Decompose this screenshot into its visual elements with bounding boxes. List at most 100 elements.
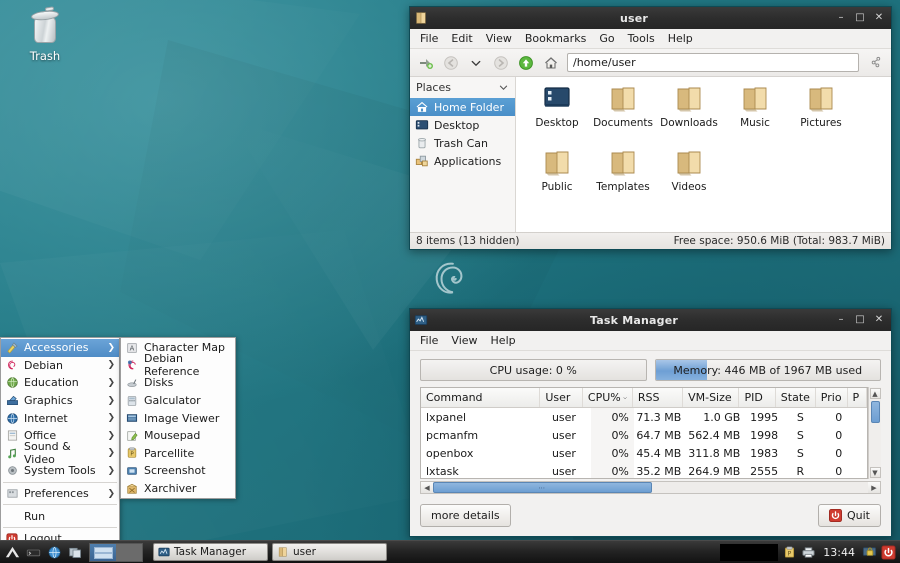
scroll-up-button[interactable]: ▲ <box>869 388 881 399</box>
back-arrow-icon[interactable] <box>440 52 461 73</box>
column-header-vmsize[interactable]: VM-Size <box>683 388 740 407</box>
menu-edit[interactable]: Edit <box>445 30 478 47</box>
column-header-prio[interactable]: Prio <box>816 388 848 407</box>
chevron-down-icon[interactable] <box>465 52 486 73</box>
menu-item-graphics[interactable]: Graphics ❯ <box>1 392 119 410</box>
menu-help[interactable]: Help <box>485 332 522 349</box>
file-manager-titlebar[interactable]: user – □ ✕ <box>410 7 891 29</box>
workspace-1[interactable] <box>90 543 116 561</box>
file-item-videos[interactable]: Videos <box>656 149 722 211</box>
menu-item-internet[interactable]: Internet ❯ <box>1 409 119 427</box>
process-table-header[interactable]: Command User CPU% RSS VM-Size PID State … <box>421 388 867 408</box>
submenu-item-galculator[interactable]: Galculator <box>121 392 235 410</box>
submenu-item-xarchiver[interactable]: Xarchiver <box>121 480 235 498</box>
close-button[interactable]: ✕ <box>874 315 884 325</box>
menu-view[interactable]: View <box>445 332 483 349</box>
close-button[interactable]: ✕ <box>874 13 884 23</box>
file-list[interactable]: Desktop Documents Downloads Music Pictur… <box>516 77 891 232</box>
process-table[interactable]: Command User CPU% RSS VM-Size PID State … <box>420 387 868 479</box>
menu-icon[interactable] <box>3 543 22 562</box>
vertical-scrollbar[interactable]: ▲ ▼ <box>868 387 881 479</box>
lock-screen-icon[interactable] <box>862 545 877 560</box>
printer-tray-icon[interactable] <box>801 545 816 560</box>
taskbar[interactable]: Task Manager user P 13:44 <box>0 540 900 563</box>
submenu-item-mousepad[interactable]: Mousepad <box>121 427 235 445</box>
scroll-down-button[interactable]: ▼ <box>869 467 881 478</box>
submenu-item-parcellite[interactable]: P Parcellite <box>121 445 235 463</box>
menu-item-sound-video[interactable]: Sound & Video ❯ <box>1 440 119 466</box>
file-item-downloads[interactable]: Downloads <box>656 85 722 147</box>
workspace-2[interactable] <box>116 543 142 561</box>
file-manager-window[interactable]: user – □ ✕ File Edit View Bookmarks Go T… <box>409 6 892 250</box>
terminal-icon[interactable] <box>24 543 43 562</box>
file-item-music[interactable]: Music <box>722 85 788 147</box>
task-manager-menubar[interactable]: File View Help <box>410 331 891 351</box>
place-item-trash-can[interactable]: Trash Can <box>410 134 515 152</box>
more-details-button[interactable]: more details <box>420 503 511 527</box>
file-manager-toolbar[interactable]: /home/user <box>410 49 891 77</box>
file-item-pictures[interactable]: Pictures <box>788 85 854 147</box>
submenu-item-screenshot[interactable]: Screenshot <box>121 462 235 480</box>
column-header-ppid[interactable]: P <box>848 388 867 407</box>
taskbar-button-user[interactable]: user <box>272 543 387 561</box>
column-header-pid[interactable]: PID <box>739 388 776 407</box>
menu-item-debian[interactable]: Debian ❯ <box>1 357 119 375</box>
file-item-templates[interactable]: Templates <box>590 149 656 211</box>
menu-item-system-tools[interactable]: System Tools ❯ <box>1 462 119 480</box>
web-browser-icon[interactable] <box>45 543 64 562</box>
table-row[interactable]: openbox user 0% 45.4 MB 311.8 MB 1983 S … <box>421 444 867 462</box>
places-sidebar[interactable]: Places Home Folder Desktop Trash Can App… <box>410 77 516 232</box>
submenu-item-image-viewer[interactable]: Image Viewer <box>121 409 235 427</box>
clock[interactable]: 13:44 <box>820 546 858 559</box>
view-options-icon[interactable] <box>865 52 886 73</box>
maximize-button[interactable]: □ <box>855 13 865 23</box>
system-tray[interactable]: P 13:44 <box>720 543 900 561</box>
place-item-desktop[interactable]: Desktop <box>410 116 515 134</box>
task-manager-titlebar[interactable]: Task Manager – □ ✕ <box>410 309 891 331</box>
start-menu[interactable]: Accessories ❯ Debian ❯ Education ❯ Graph… <box>0 337 120 550</box>
column-header-command[interactable]: Command <box>421 388 541 407</box>
minimize-button[interactable]: – <box>836 315 846 325</box>
menu-view[interactable]: View <box>480 30 518 47</box>
vertical-scroll-thumb[interactable] <box>870 401 880 423</box>
column-header-state[interactable]: State <box>776 388 816 407</box>
table-row[interactable]: pcmanfm user 0% 64.7 MB 562.4 MB 1998 S … <box>421 426 867 444</box>
menu-go[interactable]: Go <box>593 30 620 47</box>
column-header-user[interactable]: User <box>540 388 583 407</box>
column-header-rss[interactable]: RSS <box>633 388 684 407</box>
file-item-desktop[interactable]: Desktop <box>524 85 590 147</box>
place-item-home-folder[interactable]: Home Folder <box>410 98 515 116</box>
desktop[interactable]: Trash user – □ ✕ File Edit View Bookmark… <box>0 0 900 563</box>
file-manager-icon[interactable] <box>66 543 85 562</box>
submenu-item-disks[interactable]: Disks <box>121 374 235 392</box>
file-item-documents[interactable]: Documents <box>590 85 656 147</box>
minimize-button[interactable]: – <box>836 13 846 23</box>
menu-item-education[interactable]: Education ❯ <box>1 374 119 392</box>
parcellite-tray-icon[interactable]: P <box>782 545 797 560</box>
menu-file[interactable]: File <box>414 332 444 349</box>
desktop-icon-trash[interactable]: Trash <box>12 6 78 63</box>
menu-tools[interactable]: Tools <box>622 30 661 47</box>
launcher-area[interactable] <box>0 543 85 562</box>
place-item-applications[interactable]: Applications <box>410 152 515 170</box>
menu-item-run[interactable]: Run <box>1 507 119 525</box>
home-icon[interactable] <box>540 52 561 73</box>
menu-help[interactable]: Help <box>662 30 699 47</box>
table-row[interactable]: lxpanel user 0% 71.3 MB 1.0 GB 1995 S 0 <box>421 408 867 426</box>
column-header-cpu[interactable]: CPU% <box>583 388 633 407</box>
menu-item-preferences[interactable]: Preferences ❯ <box>1 485 119 503</box>
menu-bookmarks[interactable]: Bookmarks <box>519 30 592 47</box>
menu-file[interactable]: File <box>414 30 444 47</box>
scroll-left-button[interactable]: ◀ <box>421 482 433 493</box>
horizontal-scroll-thumb[interactable]: ⋯ <box>433 482 652 493</box>
places-header[interactable]: Places <box>410 77 515 98</box>
up-arrow-icon[interactable] <box>515 52 536 73</box>
quit-button[interactable]: Quit <box>818 503 881 527</box>
scroll-right-button[interactable]: ▶ <box>868 482 880 493</box>
path-input[interactable]: /home/user <box>567 53 859 72</box>
file-manager-menubar[interactable]: File Edit View Bookmarks Go Tools Help <box>410 29 891 49</box>
horizontal-scrollbar[interactable]: ◀ ⋯ ▶ <box>420 481 881 494</box>
forward-arrow-icon[interactable] <box>490 52 511 73</box>
new-tab-icon[interactable] <box>415 52 436 73</box>
chevron-down-icon[interactable] <box>498 82 509 93</box>
